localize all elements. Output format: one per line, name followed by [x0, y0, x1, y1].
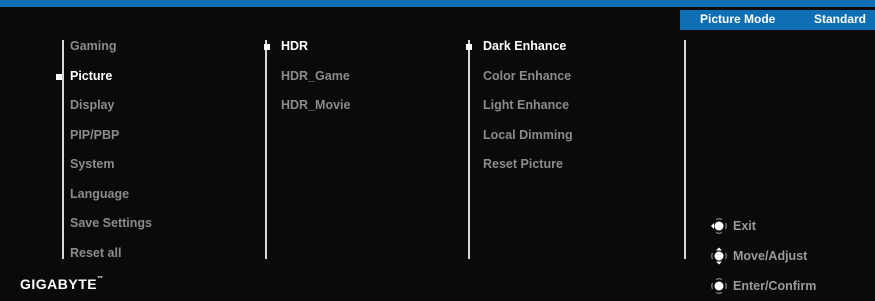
- menu-item-language[interactable]: Language: [70, 187, 129, 201]
- menu-item-picture[interactable]: Picture: [70, 69, 112, 83]
- option-item-color-enhance[interactable]: Color Enhance: [483, 69, 571, 83]
- submenu-item-hdr-movie[interactable]: HDR_Movie: [281, 98, 350, 112]
- column-divider-3: [468, 40, 470, 259]
- selection-marker: [264, 44, 270, 50]
- option-item-dark-enhance[interactable]: Dark Enhance: [483, 39, 566, 53]
- hint-exit: Exit: [710, 217, 756, 235]
- selection-marker: [466, 44, 472, 50]
- picture-mode-value: Standard: [813, 12, 866, 26]
- hint-label: Exit: [733, 219, 756, 233]
- selection-marker: [56, 73, 62, 80]
- gigabyte-logo: GIGABYTE™: [20, 276, 104, 292]
- submenu-item-hdr-game[interactable]: HDR_Game: [281, 69, 350, 83]
- column-divider-4: [684, 40, 686, 259]
- picture-mode-label: Picture Mode: [700, 12, 776, 26]
- menu-item-display[interactable]: Display: [70, 98, 114, 112]
- menu-item-pip-pbp[interactable]: PIP/PBP: [70, 128, 119, 142]
- submenu-item-hdr[interactable]: HDR: [281, 39, 308, 53]
- logo-text: GIGABYTE: [20, 276, 98, 292]
- hint-label: Move/Adjust: [733, 249, 808, 263]
- menu-item-system[interactable]: System: [70, 157, 114, 171]
- hint-label: Enter/Confirm: [733, 279, 817, 293]
- top-accent-bar: [0, 0, 875, 7]
- picture-mode-bar: Picture Mode Standard: [680, 10, 875, 30]
- menu-item-save-settings[interactable]: Save Settings: [70, 216, 152, 230]
- hint-move-adjust: Move/Adjust: [710, 247, 807, 265]
- menu-item-gaming[interactable]: Gaming: [70, 39, 117, 53]
- joystick-left-icon: [710, 217, 728, 235]
- column-divider-1: [62, 40, 64, 259]
- option-item-reset-picture[interactable]: Reset Picture: [483, 157, 563, 171]
- option-item-light-enhance[interactable]: Light Enhance: [483, 98, 569, 112]
- trademark-mark: ™: [97, 276, 104, 282]
- column-divider-2: [265, 40, 267, 259]
- menu-item-reset-all[interactable]: Reset all: [70, 246, 121, 260]
- joystick-press-icon: [710, 277, 728, 295]
- option-item-local-dimming[interactable]: Local Dimming: [483, 128, 573, 142]
- joystick-updown-icon: [710, 247, 728, 265]
- hint-enter-confirm: Enter/Confirm: [710, 277, 816, 295]
